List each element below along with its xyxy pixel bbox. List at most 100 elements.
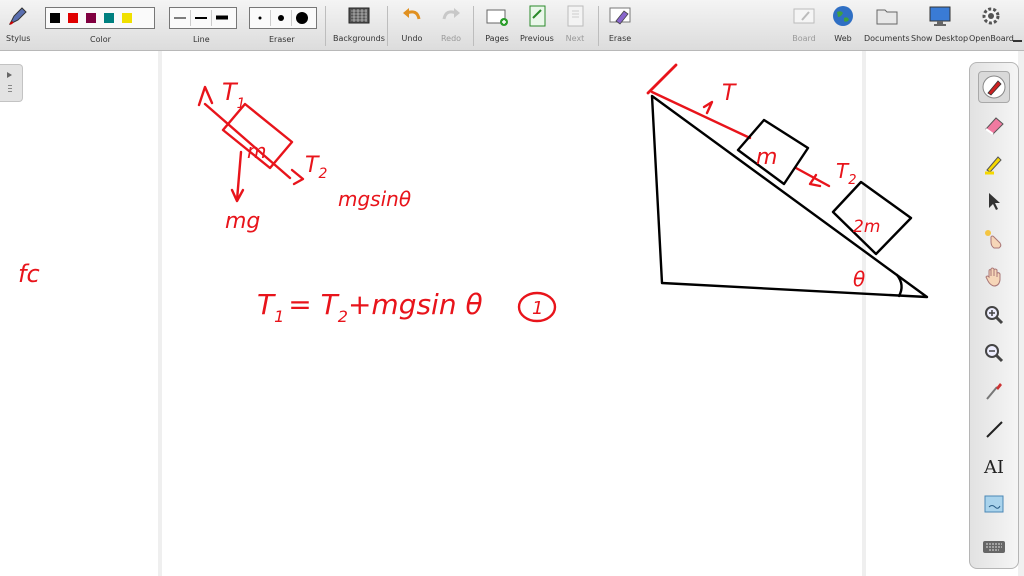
screenshot-icon (984, 495, 1004, 513)
main-toolbar: Stylus Color Line Eraser Backgrounds Und… (0, 0, 1024, 51)
backgrounds-icon (347, 4, 371, 28)
stylus-icon (6, 4, 30, 28)
label-T2-incline: T2 (836, 159, 857, 188)
openboard-button[interactable]: OpenBoard (969, 4, 1014, 43)
documents-label: Documents (864, 34, 910, 43)
screenshot-tool-button[interactable] (978, 489, 1010, 521)
toolbar-separator (473, 6, 474, 46)
label-2m: 2m (853, 217, 880, 237)
erase-label: Erase (608, 34, 632, 43)
pages-icon (485, 4, 509, 28)
pointer-icon (989, 193, 1000, 210)
eraser-small-button[interactable] (250, 10, 271, 26)
hand-tool-button[interactable] (978, 261, 1010, 293)
previous-button[interactable]: Previous (520, 4, 554, 43)
color-yellow-swatch[interactable] (122, 13, 132, 23)
label-m-small: m (247, 139, 266, 163)
next-page-icon (563, 4, 587, 28)
previous-label: Previous (520, 34, 554, 43)
capture-tool-button[interactable] (978, 375, 1010, 407)
line-width-group (169, 7, 237, 29)
t1-arrowhead (197, 85, 214, 107)
color-black-swatch[interactable] (50, 13, 60, 23)
label-m-incline: m (756, 145, 777, 170)
show-desktop-button[interactable]: Show Desktop (911, 4, 968, 43)
toolbar-separator (387, 6, 388, 46)
whiteboard-canvas[interactable]: T1 m T2 mgsinθ mg fc T1 = T2+mgsin θ 1 T … (0, 51, 1024, 576)
label-T1: T1 (222, 78, 246, 112)
color-red-swatch[interactable] (68, 13, 78, 23)
eraser-medium-button[interactable] (271, 10, 292, 26)
text-tool-button[interactable]: AI (978, 451, 1010, 483)
keyboard-icon (983, 541, 1005, 553)
label-fc: fc (18, 260, 40, 288)
color-maroon-swatch[interactable] (86, 13, 96, 23)
laser-pointer-icon (985, 230, 1002, 249)
incline-triangle (650, 94, 929, 299)
zoom-in-button[interactable] (978, 299, 1010, 331)
text-icon: AI (983, 456, 1005, 478)
line-icon (986, 421, 1003, 438)
label-T-incline: T (722, 81, 737, 106)
pen-icon (982, 75, 1006, 99)
monitor-icon (928, 4, 952, 28)
label-T2: T2 (305, 153, 327, 182)
label-mg: mg (225, 209, 260, 234)
line-thin-button[interactable] (170, 10, 191, 26)
undo-label: Undo (401, 34, 423, 43)
folder-icon (875, 4, 899, 28)
stylus-button[interactable]: Stylus (6, 4, 30, 43)
board-label: Board (792, 34, 816, 43)
next-button[interactable]: Next (563, 4, 587, 43)
keyboard-button[interactable] (978, 531, 1010, 563)
hand-icon (985, 267, 1001, 287)
pages-label: Pages (485, 34, 509, 43)
line-medium-button[interactable] (191, 10, 212, 26)
backgrounds-label: Backgrounds (333, 34, 385, 43)
stylus-label: Stylus (6, 34, 31, 43)
laser-tool-button[interactable] (978, 223, 1010, 255)
minimize-icon[interactable] (1013, 40, 1022, 42)
toolbar-separator (325, 6, 326, 46)
eraser-large-button[interactable] (292, 10, 312, 26)
gear-icon (979, 4, 1003, 28)
label-theta: θ (853, 267, 865, 291)
backgrounds-button[interactable]: Backgrounds (333, 4, 385, 43)
erase-button[interactable]: Erase (608, 4, 632, 43)
line-tool-button[interactable] (978, 413, 1010, 445)
eraser-size-group (249, 7, 317, 29)
redo-label: Redo (440, 34, 462, 43)
equation-text: T1 = T2+mgsin θ (257, 288, 483, 326)
undo-button[interactable]: Undo (400, 4, 424, 43)
pen-tool-button[interactable] (978, 71, 1010, 103)
eraser-label: Eraser (269, 35, 295, 44)
tools-palette: AI (969, 62, 1019, 569)
web-button[interactable]: Web (831, 4, 855, 43)
eraser-tool-button[interactable] (978, 109, 1010, 141)
pages-button[interactable]: Pages (485, 4, 509, 43)
board-icon (792, 4, 816, 28)
board-button[interactable]: Board (792, 4, 816, 43)
marker-icon (985, 156, 1002, 175)
string-arrow-T (702, 100, 714, 115)
incline-wall-mark (646, 63, 678, 95)
color-teal-swatch[interactable] (104, 13, 114, 23)
label-mgsin: mgsinθ (338, 187, 411, 211)
web-label: Web (834, 34, 852, 43)
redo-icon (439, 4, 463, 28)
line-thick-button[interactable] (212, 10, 232, 26)
color-palette (45, 7, 155, 29)
redo-button[interactable]: Redo (439, 4, 463, 43)
zoom-out-icon (985, 344, 1004, 363)
capture-icon (986, 383, 1002, 400)
zoom-out-button[interactable] (978, 337, 1010, 369)
line-label: Line (193, 35, 210, 44)
color-label: Color (90, 35, 111, 44)
next-label: Next (565, 34, 585, 43)
selector-tool-button[interactable] (978, 185, 1010, 217)
openboard-label: OpenBoard (969, 34, 1014, 43)
show-desktop-label: Show Desktop (911, 34, 969, 43)
documents-button[interactable]: Documents (864, 4, 910, 43)
previous-page-icon (525, 4, 549, 28)
marker-tool-button[interactable] (978, 147, 1010, 179)
